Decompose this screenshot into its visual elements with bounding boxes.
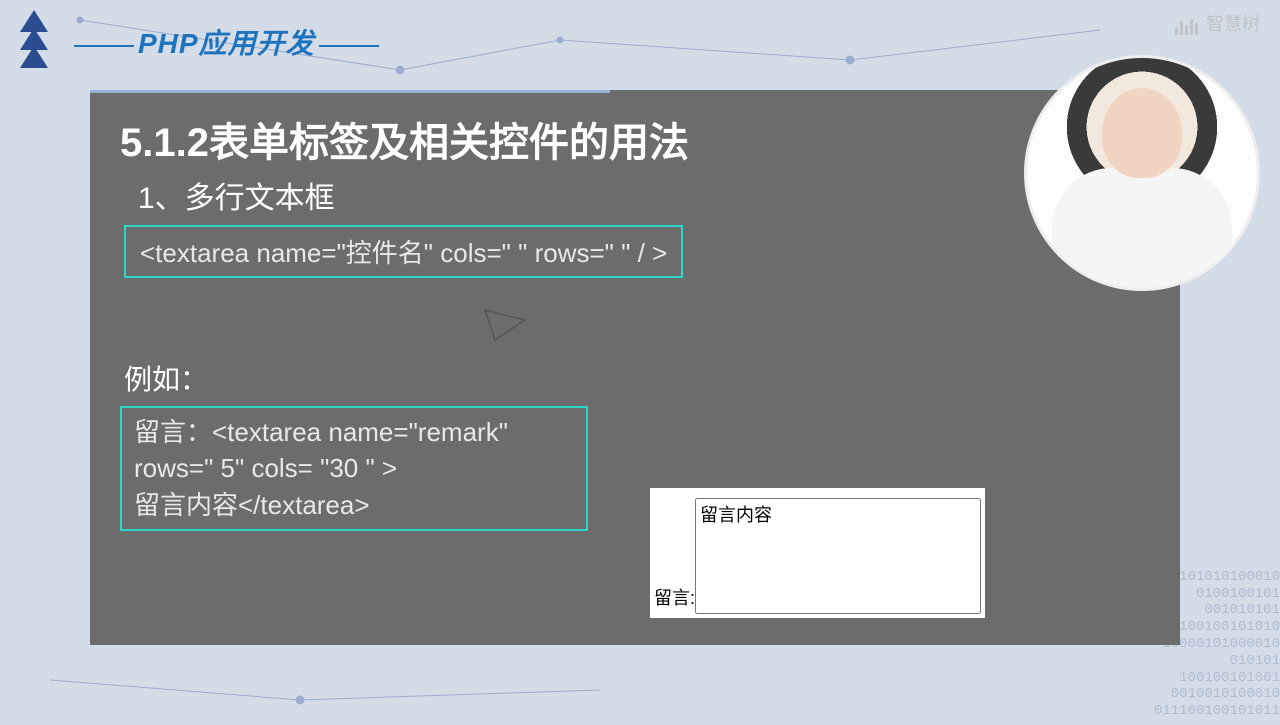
render-label: 留言: (654, 584, 695, 610)
decorative-arrows (20, 10, 48, 64)
slide-panel: 5.1.2表单标签及相关控件的用法 1、多行文本框 <textarea name… (90, 90, 1180, 645)
cursor-icon (480, 305, 530, 345)
course-title: PHP应用开发 (70, 22, 383, 62)
example-label: 例如： (124, 358, 1150, 398)
render-preview-box: 留言: (650, 488, 985, 618)
slide-heading: 5.1.2表单标签及相关控件的用法 (120, 110, 1150, 168)
code-line-1: 留言：<textarea name="remark" (134, 414, 574, 450)
slide-accent-line (90, 90, 610, 93)
slide-subtitle: 1、多行文本框 (138, 173, 1150, 217)
code-line-2: rows=" 5" cols= "30 " > (134, 450, 574, 486)
code-example-box: 留言：<textarea name="remark" rows=" 5" col… (120, 406, 588, 531)
presenter-avatar (1024, 55, 1260, 291)
code-syntax-box: <textarea name="控件名" cols=" " rows=" " /… (124, 225, 683, 278)
code-line-3: 留言内容</textarea> (134, 487, 574, 523)
watermark: 智慧树 (1175, 10, 1260, 36)
render-textarea[interactable] (695, 498, 981, 614)
